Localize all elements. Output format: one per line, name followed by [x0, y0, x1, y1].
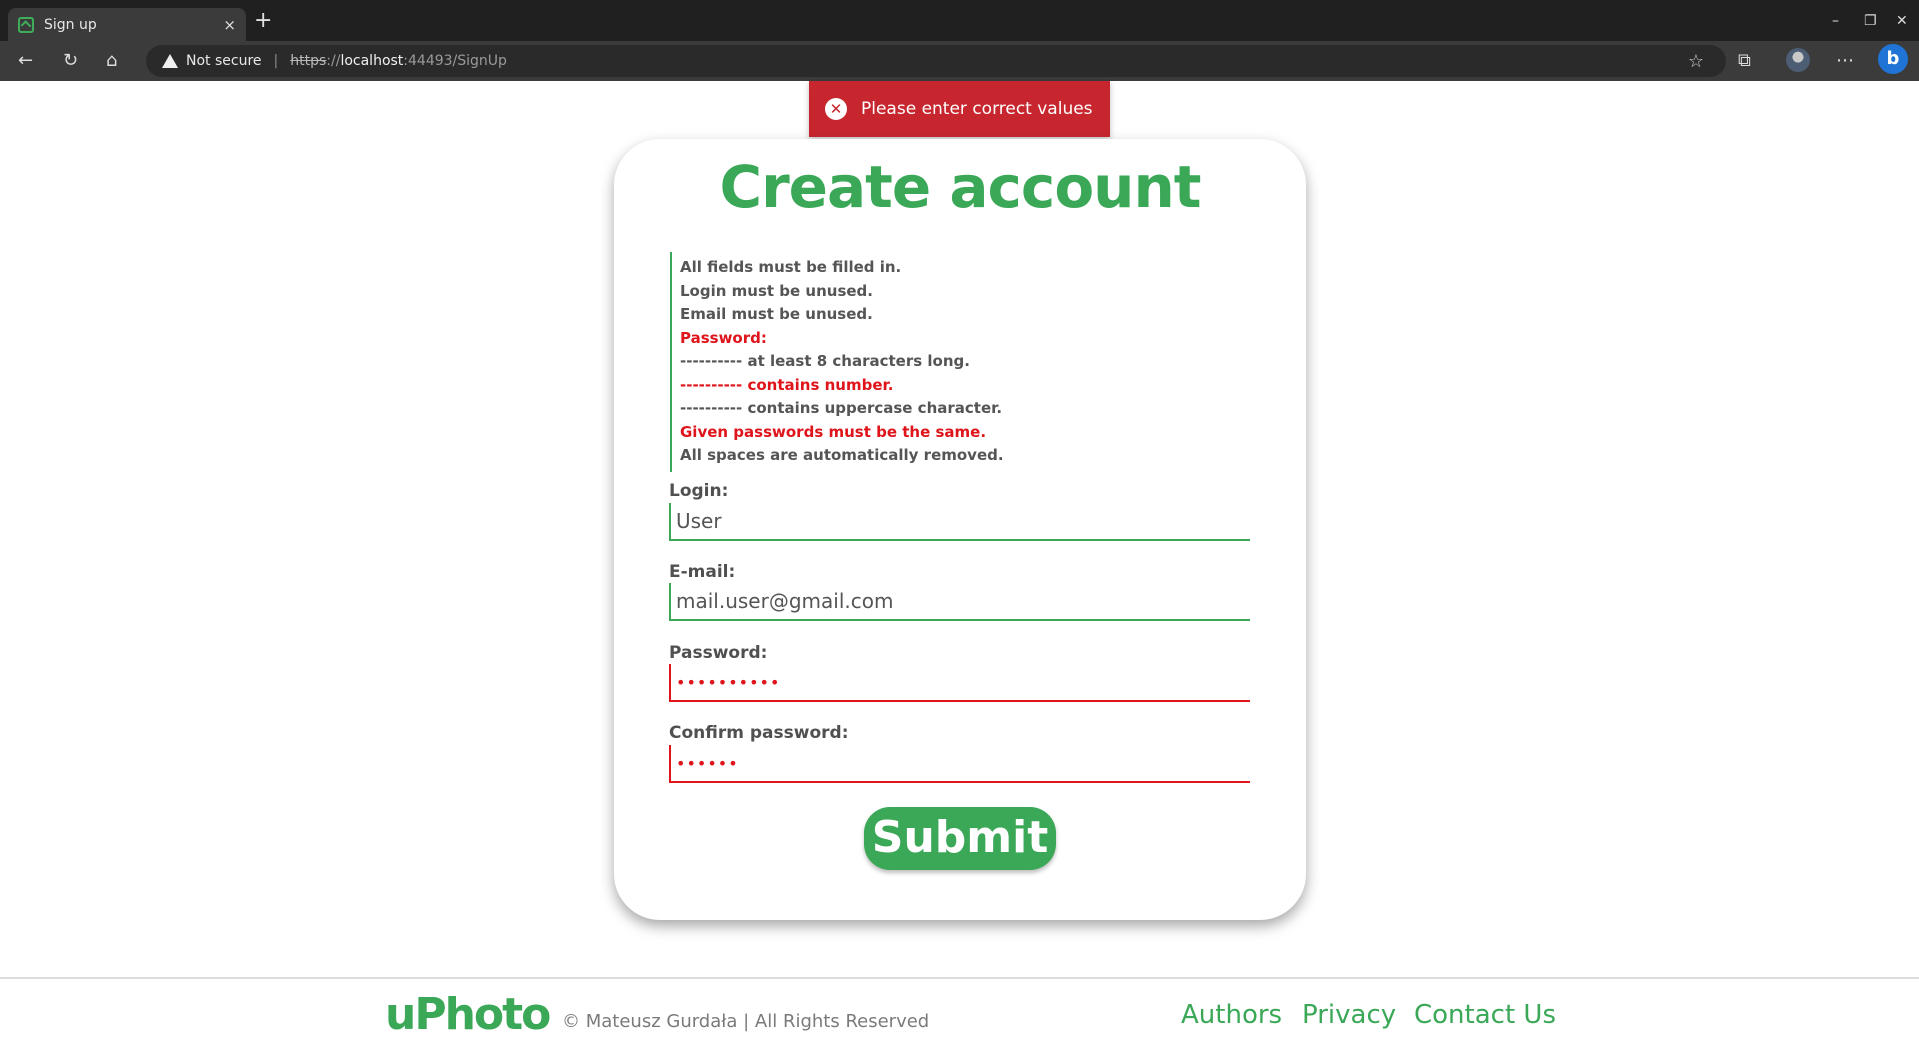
minimize-button[interactable]: – [1832, 13, 1839, 29]
validation-rule: Given passwords must be the same. [680, 422, 987, 441]
profile-avatar[interactable] [1786, 48, 1810, 72]
validation-rule: Password: [680, 328, 767, 347]
more-options-icon[interactable]: ⋯ [1836, 51, 1854, 71]
login-value: User [676, 509, 722, 533]
validation-rule: ---------- at least 8 characters long. [680, 352, 970, 370]
password-value: •••••••••• [676, 672, 781, 692]
extensions-icon[interactable]: ⧉ [1738, 51, 1751, 71]
password-field[interactable]: •••••••••• [669, 664, 1250, 702]
error-icon: ✕ [825, 98, 847, 120]
toast-message: Please enter correct values [861, 99, 1093, 119]
error-toast: ✕ Please enter correct values [809, 81, 1110, 137]
restore-button[interactable]: ❐ [1864, 13, 1877, 29]
confirm-password-field[interactable]: •••••• [669, 745, 1250, 783]
copyright-text: © Mateusz Gurdała | All Rights Reserved [562, 1011, 930, 1032]
reload-icon[interactable]: ↻ [63, 51, 78, 71]
page-footer: uPhoto © Mateusz Gurdała | All Rights Re… [0, 977, 1919, 1056]
close-tab-icon[interactable]: × [223, 16, 236, 34]
security-label[interactable]: Not secure [186, 53, 262, 69]
validation-rule: Email must be unused. [680, 305, 873, 323]
confirm-password-value: •••••• [676, 753, 739, 773]
signup-card: Create account All fields must be filled… [614, 139, 1306, 920]
footer-link-privacy[interactable]: Privacy [1302, 1000, 1396, 1030]
back-arrow-icon[interactable]: ← [18, 51, 33, 71]
password-label: Password: [669, 643, 768, 663]
close-window-button[interactable]: ✕ [1896, 13, 1908, 29]
validation-rule: All spaces are automatically removed. [680, 446, 1004, 464]
browser-tab[interactable]: Sign up × [8, 8, 246, 41]
footer-link-contact[interactable]: Contact Us [1414, 1000, 1556, 1030]
address-divider: | [273, 53, 279, 69]
validation-rule: ---------- contains number. [680, 375, 894, 394]
home-icon[interactable]: ⌂ [106, 51, 117, 71]
validation-rule: Login must be unused. [680, 281, 873, 300]
brand-logo[interactable]: uPhoto [385, 989, 551, 1040]
url-scheme: https [290, 53, 327, 69]
url-separator: :// [326, 53, 341, 69]
email-label: E-mail: [669, 562, 736, 582]
email-value: mail.user@gmail.com [676, 589, 894, 613]
warning-icon [162, 54, 178, 68]
page-title: Create account [719, 153, 1202, 221]
email-field[interactable]: mail.user@gmail.com [669, 583, 1250, 621]
url-path: :44493/SignUp [403, 53, 507, 69]
tab-title: Sign up [44, 16, 97, 33]
submit-button[interactable]: Submit [864, 807, 1056, 870]
footer-link-authors[interactable]: Authors [1181, 1000, 1282, 1030]
validation-rule: ---------- contains uppercase character. [680, 399, 1003, 417]
validation-rule: All fields must be filled in. [680, 258, 902, 276]
url-host: localhost [340, 53, 404, 69]
favorites-star-icon[interactable]: ☆ [1688, 51, 1704, 72]
validation-rules: All fields must be filled in. Login must … [670, 252, 1230, 472]
confirm-password-label: Confirm password: [669, 723, 849, 743]
address-bar[interactable]: Not secure | https :// localhost :44493/… [146, 45, 1726, 77]
browser-tab-strip: Sign up × + – ❐ ✕ [0, 0, 1919, 41]
bing-icon[interactable]: b [1878, 44, 1908, 74]
browser-toolbar: ← ↻ ⌂ Not secure | https :// localhost :… [0, 41, 1919, 81]
login-label: Login: [669, 481, 729, 501]
login-field[interactable]: User [669, 503, 1250, 541]
image-icon [18, 16, 34, 33]
new-tab-button[interactable]: + [254, 10, 272, 32]
